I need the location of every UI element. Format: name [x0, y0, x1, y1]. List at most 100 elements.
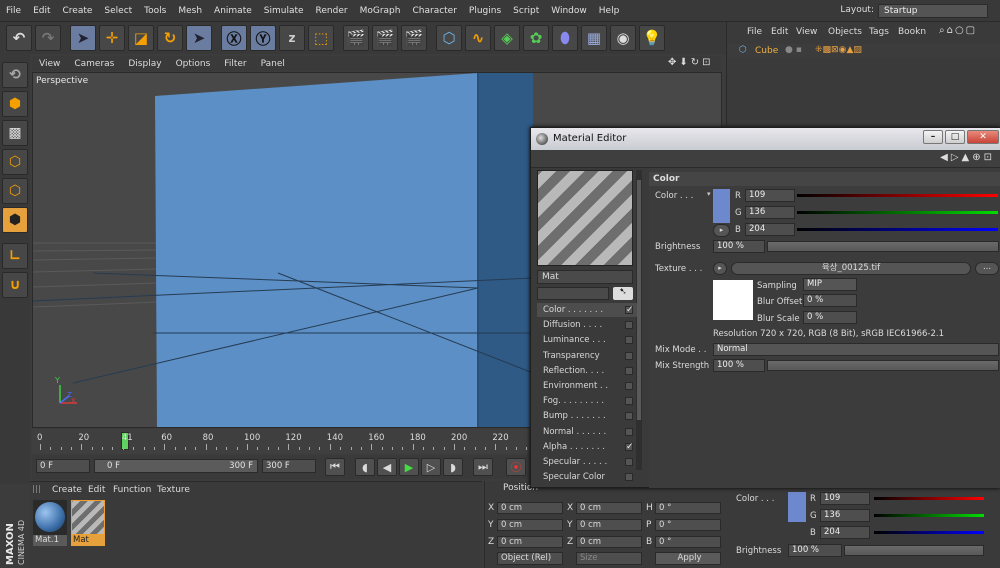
material-thumb-selected[interactable]: Mat — [71, 500, 105, 546]
brightness-slider[interactable] — [767, 241, 999, 252]
menu-file[interactable]: File — [0, 0, 27, 22]
color-picker-expand-icon[interactable]: ▸ — [713, 224, 730, 237]
menu-animate[interactable]: Animate — [208, 0, 258, 22]
mm-menu-function[interactable]: Function — [113, 485, 151, 495]
model-mode-icon[interactable]: ⬢ — [2, 91, 28, 117]
layout-select[interactable]: Startup — [878, 4, 988, 18]
channel-item[interactable]: Specular Color — [537, 470, 637, 484]
scale-icon[interactable]: ◪ — [128, 25, 154, 51]
cursor-picker-icon[interactable]: ➷ — [613, 287, 633, 300]
channel-checkbox[interactable] — [625, 473, 633, 482]
channel-checkbox[interactable] — [625, 458, 633, 466]
rotate-icon[interactable]: ↻ — [157, 25, 183, 51]
om-menu-tags[interactable]: Tags — [869, 27, 889, 37]
blur-offset-field[interactable]: 0 % — [803, 294, 857, 307]
menu-simulate[interactable]: Simulate — [258, 0, 310, 22]
channel-item[interactable]: Environment . . — [537, 379, 637, 393]
channel-item[interactable]: Normal . . . . . . — [537, 425, 637, 439]
spline-pen-icon[interactable]: ∿ — [465, 25, 491, 51]
apply-button[interactable]: Apply — [655, 552, 721, 565]
end-frame-field[interactable]: 300 F — [262, 459, 316, 473]
blur-scale-field[interactable]: 0 % — [803, 311, 857, 324]
om-menu-edit[interactable]: Edit — [771, 27, 788, 37]
channel-item[interactable]: Luminance . . . — [537, 333, 637, 347]
material-thumb[interactable]: Mat.1 — [33, 500, 67, 546]
viewport-menu-filter[interactable]: Filter — [217, 59, 253, 69]
close-icon[interactable]: ✕ — [967, 130, 999, 144]
om-menu-objects[interactable]: Objects — [828, 27, 862, 37]
z-axis-lock-icon[interactable]: z — [279, 25, 305, 51]
channel-checkbox[interactable] — [625, 366, 633, 375]
light-icon[interactable]: 💡 — [639, 25, 665, 51]
channel-checkbox[interactable] — [625, 321, 633, 330]
r-slider[interactable] — [797, 194, 998, 197]
mix-mode-select[interactable]: Normal — [713, 343, 999, 356]
maximize-icon[interactable]: □ — [945, 130, 965, 144]
size-y-field[interactable]: 0 cm — [576, 519, 642, 531]
mm-menu-texture[interactable]: Texture — [157, 485, 190, 495]
undo-icon[interactable]: ↶ — [6, 25, 32, 51]
attr-color-swatch[interactable] — [788, 492, 806, 522]
rot-h-field[interactable]: 0 ° — [655, 502, 721, 514]
tag-icons[interactable]: ⁜▩⊠◉▲▨ — [815, 45, 862, 55]
mm-menu-edit[interactable]: Edit — [88, 485, 105, 495]
coordinate-system-icon[interactable]: ⬚ — [308, 25, 334, 51]
viewport-menu-view[interactable]: View — [32, 59, 67, 69]
layer-field[interactable] — [537, 287, 609, 300]
record-icon[interactable]: ⦿ — [506, 458, 526, 476]
texture-file-button[interactable]: 육상_00125.tif — [731, 262, 971, 275]
g-slider[interactable] — [797, 211, 998, 214]
menu-create[interactable]: Create — [57, 0, 99, 22]
r-field[interactable]: 109 — [745, 189, 795, 202]
points-mode-icon[interactable]: ⬡ — [2, 149, 28, 175]
channel-item[interactable]: Bump . . . . . . . — [537, 409, 637, 423]
recent-tool-icon[interactable]: ➤ — [186, 25, 212, 51]
texture-mode-icon[interactable]: ▩ — [2, 120, 28, 146]
menu-plugins[interactable]: Plugins — [463, 0, 507, 22]
previous-key-icon[interactable]: ◖ — [355, 458, 375, 476]
menu-select[interactable]: Select — [98, 0, 138, 22]
menu-mograph[interactable]: MoGraph — [354, 0, 407, 22]
channel-item[interactable]: Reflection. . . . — [537, 364, 637, 378]
om-menu-bookmarks[interactable]: Bookn — [898, 27, 926, 37]
om-menu-file[interactable]: File — [747, 27, 762, 37]
texture-menu-icon[interactable]: ▸ — [713, 262, 727, 275]
pos-y-field[interactable]: 0 cm — [497, 519, 563, 531]
next-frame-icon[interactable]: ▷ — [421, 458, 441, 476]
material-name-field[interactable]: Mat — [537, 270, 633, 284]
sampling-select[interactable]: MIP — [803, 278, 857, 291]
rot-p-field[interactable]: 0 ° — [655, 519, 721, 531]
size-z-field[interactable]: 0 cm — [576, 536, 642, 548]
attr-brightness-field[interactable]: 100 % — [788, 544, 842, 557]
menu-character[interactable]: Character — [406, 0, 462, 22]
array-icon[interactable]: ✿ — [523, 25, 549, 51]
render-picture-viewer-icon[interactable]: 🎬 — [372, 25, 398, 51]
current-frame-field[interactable]: 0 F — [36, 459, 90, 473]
channel-checkbox[interactable]: ✓ — [625, 306, 634, 315]
deformer-icon[interactable]: ⬮ — [552, 25, 578, 51]
mix-strength-slider[interactable] — [767, 360, 999, 371]
go-to-end-icon[interactable]: ⏭ — [473, 458, 493, 476]
menu-window[interactable]: Window — [545, 0, 593, 22]
attr-g-field[interactable]: 136 — [820, 509, 870, 522]
live-select-icon[interactable]: ➤ — [70, 25, 96, 51]
visibility-dots-icon[interactable]: ● ▪ — [785, 45, 802, 55]
axis-mode-icon[interactable]: ∟ — [2, 243, 28, 269]
render-view-icon[interactable]: 🎬 — [343, 25, 369, 51]
go-to-start-icon[interactable]: ⏮ — [325, 458, 345, 476]
attr-r-field[interactable]: 109 — [820, 492, 870, 505]
brightness-field[interactable]: 100 % — [713, 240, 765, 253]
magnet-icon[interactable]: ∪ — [2, 272, 28, 298]
channel-item[interactable]: Diffusion . . . . — [537, 318, 637, 332]
object-row-cube[interactable]: ⬡ Cube ● ▪ ⁜▩⊠◉▲▨ — [727, 44, 1000, 58]
b-slider[interactable] — [797, 228, 998, 231]
rot-b-field[interactable]: 0 ° — [655, 536, 721, 548]
channel-checkbox[interactable] — [625, 351, 633, 360]
om-nav-icons[interactable]: ⌕⌂○▢ — [939, 25, 977, 36]
attr-r-slider[interactable] — [874, 497, 984, 500]
g-field[interactable]: 136 — [745, 206, 795, 219]
timeline-ruler[interactable]: 0 20 41 60 80 100 120 140 160 180 200 220 — [32, 429, 532, 454]
range-slider[interactable]: 0 F 300 F — [94, 459, 258, 473]
minimize-icon[interactable]: – — [923, 130, 943, 144]
channel-checkbox[interactable] — [625, 397, 633, 406]
